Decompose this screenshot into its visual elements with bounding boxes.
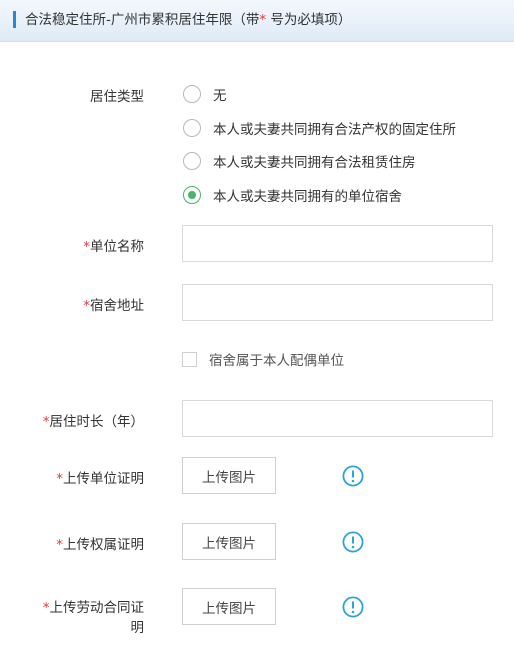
section-header: 合法稳定住所-广州市累积居住年限（带* 号为必填项） <box>0 0 514 42</box>
radio-option-rented-housing[interactable]: 本人或夫妻共同拥有合法租赁住房 <box>183 150 416 172</box>
exclamation-circle-icon[interactable] <box>342 465 364 487</box>
radio-label: 本人或夫妻共同拥有的单位宿舍 <box>213 189 402 205</box>
unit-name-input[interactable] <box>182 225 493 262</box>
upload-ownership-proof-button[interactable]: 上传图片 <box>182 523 276 560</box>
radio-option-unit-dormitory[interactable]: 本人或夫妻共同拥有的单位宿舍 <box>183 184 402 206</box>
section-title: 合法稳定住所-广州市累积居住年限（带* 号为必填项） <box>25 12 352 28</box>
dorm-spouse-checkbox[interactable] <box>182 351 197 367</box>
checkbox-label: 宿舍属于本人配偶单位 <box>209 353 344 369</box>
radio-button-selected[interactable] <box>183 186 201 204</box>
radio-label: 无 <box>213 88 227 104</box>
dorm-address-input[interactable] <box>182 284 493 321</box>
residence-years-input[interactable] <box>182 400 493 437</box>
exclamation-circle-icon[interactable] <box>342 531 364 553</box>
radio-option-none[interactable]: 无 <box>183 83 227 105</box>
upload-labor-contract-label: *上传劳动合同证明 <box>42 600 144 636</box>
radio-button[interactable] <box>183 119 201 137</box>
upload-labor-contract-button[interactable]: 上传图片 <box>182 588 276 625</box>
dorm-address-label: *宿舍地址 <box>83 298 144 314</box>
residence-type-label: 居住类型 <box>90 89 144 105</box>
header-accent-bar <box>13 11 16 28</box>
upload-unit-proof-button[interactable]: 上传图片 <box>182 457 276 494</box>
radio-label: 本人或夫妻共同拥有合法产权的固定住所 <box>213 122 456 138</box>
upload-ownership-proof-label: *上传权属证明 <box>56 537 144 553</box>
radio-label: 本人或夫妻共同拥有合法租赁住房 <box>213 155 416 171</box>
unit-name-label: *单位名称 <box>83 239 144 255</box>
radio-option-owned-property[interactable]: 本人或夫妻共同拥有合法产权的固定住所 <box>183 117 456 139</box>
residence-years-label: *居住时长（年） <box>42 414 144 430</box>
radio-button[interactable] <box>183 152 201 170</box>
upload-unit-proof-label: *上传单位证明 <box>56 471 144 487</box>
radio-button[interactable] <box>183 85 201 103</box>
exclamation-circle-icon[interactable] <box>342 596 364 618</box>
dorm-spouse-unit-option[interactable]: 宿舍属于本人配偶单位 <box>182 349 344 369</box>
